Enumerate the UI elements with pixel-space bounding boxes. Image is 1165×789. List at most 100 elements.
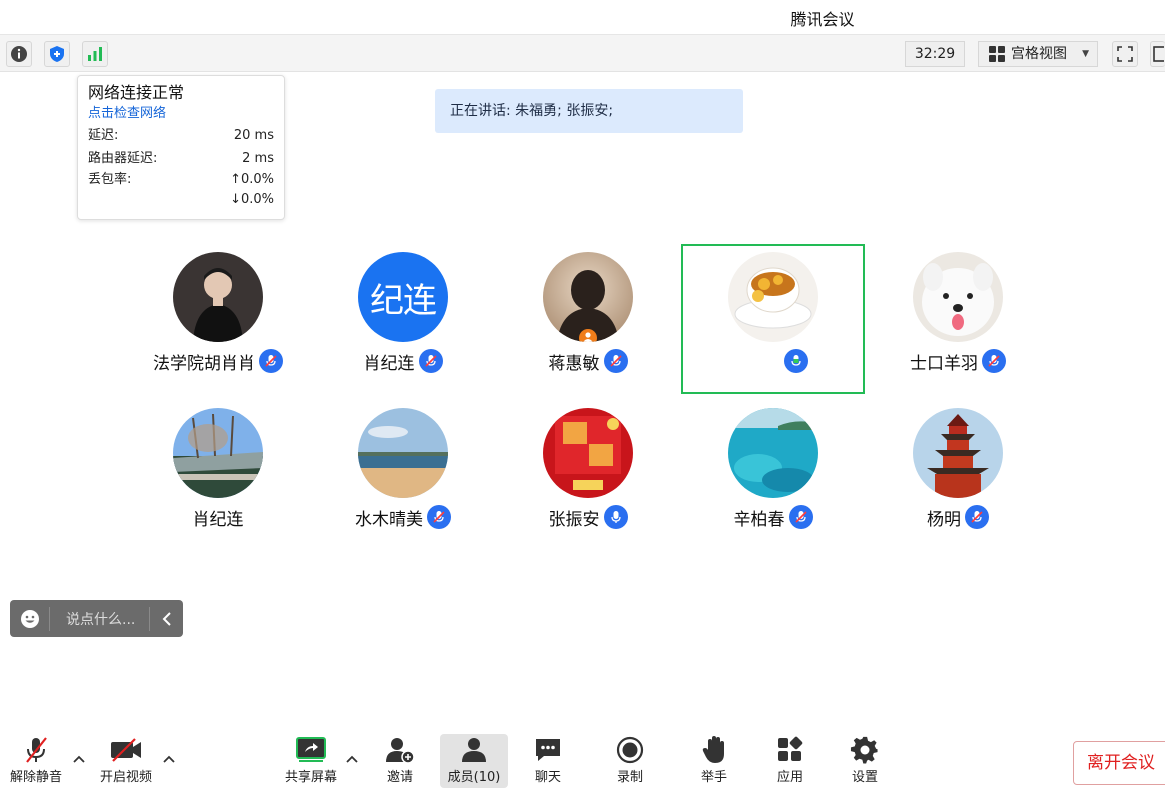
network-signal-button[interactable] [82, 41, 108, 67]
members-button[interactable]: 成员(10) [440, 734, 508, 788]
unmute-label: 解除静音 [9, 770, 62, 785]
settings-button[interactable]: 设置 [831, 734, 899, 788]
participant-name: 杨明 [927, 509, 961, 530]
add-person-icon [386, 738, 415, 764]
participant-tile[interactable]: 水木晴美 [311, 400, 495, 550]
packet-loss-down-row: ↓0.0% [88, 190, 274, 210]
participant-name: 肖纪连 [192, 509, 244, 530]
fullscreen-button[interactable] [1112, 41, 1138, 67]
audio-options-button[interactable] [70, 750, 88, 768]
raise-hand-label: 举手 [700, 770, 727, 785]
invite-button[interactable]: 邀请 [366, 734, 434, 788]
share-screen-button[interactable]: 共享屏幕 [277, 734, 345, 788]
mic-muted-icon [965, 505, 989, 529]
view-mode-select[interactable]: 宫格视图 ▼ [978, 41, 1098, 67]
unmute-button[interactable]: 解除静音 [2, 734, 70, 788]
router-latency-value: 2 ms [242, 151, 274, 166]
security-button[interactable] [44, 41, 70, 67]
participant-tile[interactable]: 辛柏春 [681, 400, 865, 550]
avatar [358, 408, 448, 498]
title-bar: 腾讯会议 [0, 0, 1165, 34]
latency-row: 延迟: 20 ms [88, 124, 274, 147]
chevron-left-icon [162, 611, 171, 626]
participant-label: 张振安 [496, 504, 680, 530]
participant-name: 蒋惠敏 [548, 353, 600, 374]
info-button[interactable] [6, 41, 32, 67]
participant-tile[interactable]: 肖纪连 [126, 400, 310, 550]
raise-hand-button[interactable]: 举手 [680, 734, 748, 788]
fullscreen-icon [1117, 46, 1133, 62]
gear-icon [850, 736, 878, 764]
top-toolbar: 32:29 宫格视图 ▼ [0, 34, 1165, 72]
apps-button[interactable]: 应用 [756, 734, 824, 788]
avatar [543, 252, 633, 342]
window-title: 腾讯会议 [790, 10, 855, 29]
chevron-up-icon [163, 755, 175, 763]
record-button[interactable]: 录制 [596, 734, 664, 788]
latency-label: 延迟: [88, 128, 119, 143]
mic-muted-icon [26, 737, 47, 763]
participant-tile[interactable]: 蒋惠敏 [496, 244, 680, 394]
quick-chat-box[interactable]: 说点什么... [10, 600, 183, 637]
participant-name: 水木晴美 [355, 509, 423, 530]
participant-name: 肖纪连 [363, 353, 415, 374]
signal-bars-icon [88, 47, 102, 61]
mic-speaking-icon [784, 349, 808, 373]
share-screen-icon [296, 737, 326, 762]
participant-tile[interactable]: 杨明 [866, 400, 1050, 550]
participant-label: 法学院胡肖肖 [126, 348, 310, 374]
caret-down-icon: ▼ [1082, 49, 1089, 59]
chat-label: 聊天 [534, 770, 561, 785]
participant-tile[interactable]: 张振安 [496, 400, 680, 550]
apps-label: 应用 [776, 770, 803, 785]
record-icon [616, 736, 644, 764]
record-label: 录制 [616, 770, 643, 785]
chat-button[interactable]: 聊天 [514, 734, 582, 788]
video-options-button[interactable] [160, 750, 178, 768]
chat-input[interactable]: 说点什么... [50, 609, 149, 629]
info-icon [11, 46, 27, 62]
mic-on-icon [603, 505, 628, 529]
avatar: 纪连 [358, 252, 448, 342]
participant-name: 法学院胡肖肖 [153, 353, 255, 374]
grid-view-icon [989, 46, 1005, 62]
leave-meeting-button[interactable]: 离开会议 [1073, 741, 1165, 785]
members-icon [462, 738, 486, 762]
participant-label: 蒋惠敏 [496, 348, 680, 374]
participant-name: 辛柏春 [733, 509, 785, 530]
participant-label: 杨明 [866, 504, 1050, 530]
avatar [173, 252, 263, 342]
avatar [543, 408, 633, 498]
start-video-button[interactable]: 开启视频 [92, 734, 160, 788]
participant-tile[interactable]: 纪连 肖纪连 [311, 244, 495, 394]
network-status-popup: 网络连接正常 点击检查网络 延迟: 20 ms 路由器延迟: 2 ms 丢包率:… [77, 75, 285, 220]
members-label: 成员(10) [447, 770, 501, 785]
bottom-toolbar: 解除静音 开启视频 共享屏幕 邀请 成员(10) 聊天 录制 举手 应用 设置 … [0, 728, 1165, 789]
latency-value: 20 ms [233, 128, 274, 143]
avatar [913, 252, 1003, 342]
meeting-timer: 32:29 [905, 41, 965, 67]
mic-muted-icon [603, 349, 628, 373]
emoji-button[interactable] [10, 606, 50, 631]
chevron-up-icon [346, 755, 358, 763]
share-options-button[interactable] [343, 750, 361, 768]
check-network-link[interactable]: 点击检查网络 [88, 104, 274, 124]
layout-button[interactable] [1150, 41, 1165, 67]
avatar [913, 408, 1003, 498]
chat-bubble-icon [536, 739, 560, 761]
participant-tile[interactable]: 士口羊羽 [866, 244, 1050, 394]
network-status-title: 网络连接正常 [88, 83, 185, 102]
router-latency-label: 路由器延迟: [88, 151, 158, 166]
active-speaker-tile[interactable] [681, 244, 865, 394]
video-off-icon [111, 738, 141, 762]
participant-label [683, 348, 867, 374]
mic-muted-icon [418, 349, 443, 373]
participant-tile[interactable]: 法学院胡肖肖 [126, 244, 310, 394]
avatar [173, 408, 263, 498]
participant-label: 肖纪连 [126, 504, 310, 530]
settings-label: 设置 [851, 770, 878, 785]
collapse-chat-button[interactable] [149, 606, 183, 631]
speaking-banner: 正在讲话: 朱福勇; 张振安; [435, 89, 743, 133]
shield-icon [50, 46, 64, 62]
participant-label: 水木晴美 [311, 504, 495, 530]
